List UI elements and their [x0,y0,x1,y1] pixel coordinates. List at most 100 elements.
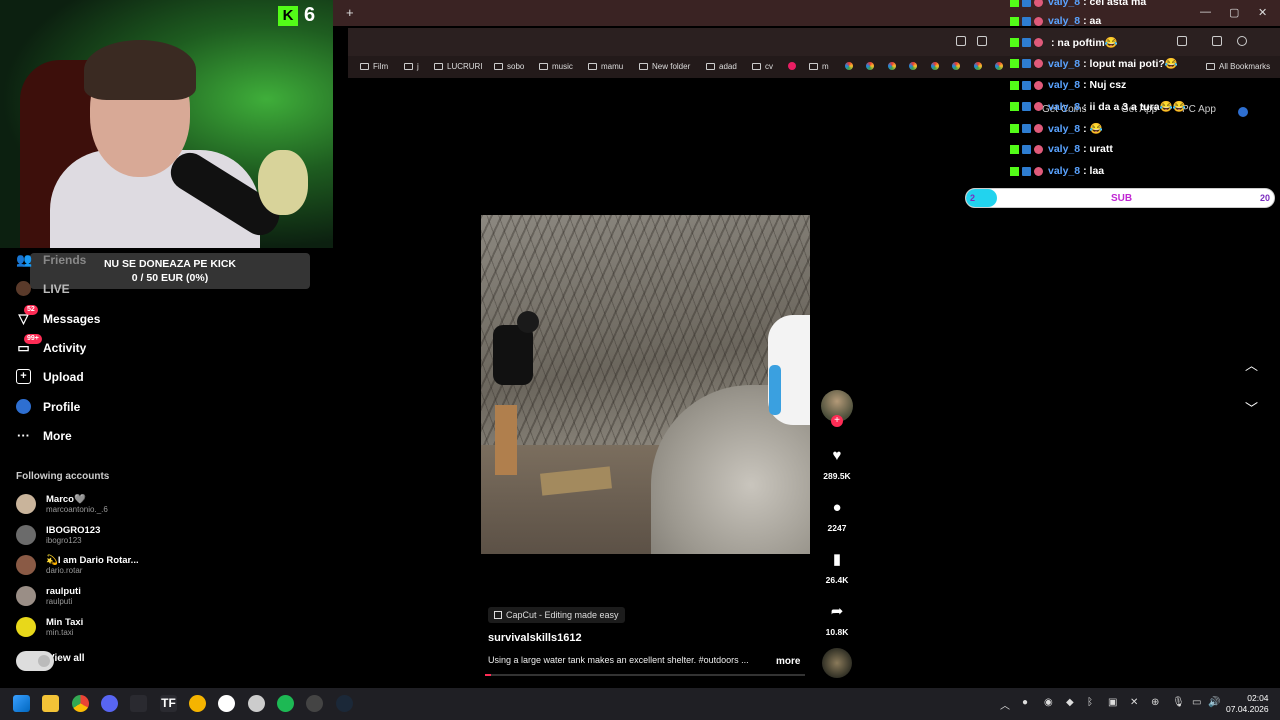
chat-message: : na poftim😂 [1010,36,1118,49]
extensions-icon[interactable] [1177,36,1187,46]
system-clock[interactable]: 02:04 07.04.2026 [1226,693,1269,715]
chat-badge-icon [1034,59,1043,68]
avatar [16,525,36,545]
all-bookmarks-button[interactable]: All Bookmarks [1206,62,1270,71]
app-icon[interactable] [130,695,147,712]
following-account[interactable]: raulputi raulputi [16,586,81,606]
google-icon[interactable] [218,695,235,712]
bluetooth-icon[interactable]: ᛒ [1087,697,1093,708]
bookmark-folder[interactable]: LUCRURI [434,62,483,71]
folder-icon [539,63,548,70]
tray-expand-icon[interactable]: ︿ [1000,697,1010,712]
chat-username: valy_8 [1048,79,1081,91]
bookmark-site-icon[interactable] [909,62,917,70]
tf-app-icon[interactable]: TF [160,695,177,712]
media-icon[interactable] [1212,36,1222,46]
user-avatar-icon[interactable] [1238,107,1248,117]
close-window-button[interactable]: ✕ [1258,6,1267,19]
file-explorer-icon[interactable] [42,695,59,712]
capcut-icon [494,611,502,619]
video-progress-bar[interactable] [485,674,805,676]
bookmark-folder[interactable]: cv [752,62,773,71]
bookmark-site-icon[interactable] [995,62,1003,70]
profile-avatar-icon[interactable] [1237,36,1247,46]
music-disc-icon[interactable] [822,648,852,678]
next-video-chevron-down-icon[interactable]: ﹀ [1245,398,1258,417]
description-more-link[interactable]: more [776,656,800,667]
volume-icon[interactable]: 🔊 [1208,697,1220,708]
like-button[interactable]: ♥ 289.5K [820,446,854,481]
app-icon[interactable] [306,695,323,712]
video-player[interactable] [481,215,810,554]
translate-icon[interactable] [956,36,966,46]
sidebar-item-messages[interactable]: ▽ 52 Messages [16,305,100,326]
tray-app-icon[interactable]: ⊕ [1151,697,1159,708]
chat-badge-icon [1010,16,1019,26]
sidebar-item-profile[interactable]: Profile [16,399,80,414]
address-bar[interactable] [348,28,1280,56]
tray-app-icon[interactable]: ✕ [1130,697,1138,708]
bookmark-folder[interactable]: music [539,62,573,71]
follow-plus-icon[interactable]: + [831,415,843,427]
steam-icon[interactable] [336,695,353,712]
following-account[interactable]: 💫I am Dario Rotar... dario.rotar [16,555,139,575]
avatar [16,555,36,575]
bookmark-folder[interactable]: New folder [639,62,690,71]
bookmark-site-icon[interactable] [866,62,874,70]
video-author[interactable]: survivalskills1612 [488,632,582,644]
bookmark-folder[interactable]: m [809,62,829,71]
steam-tray-icon[interactable]: ◉ [1044,697,1053,708]
pc-app-button[interactable]: PC App [1182,104,1216,115]
bookmark-site-icon[interactable] [845,62,853,70]
sidebar-item-live[interactable]: LIVE [16,281,70,296]
sidebar-item-upload[interactable]: + Upload [16,369,84,384]
bookmark-site-icon[interactable] [952,62,960,70]
bookmark-folder[interactable]: Film [360,62,388,71]
bookmark-folder[interactable]: adad [706,62,737,71]
bookmark-folder[interactable]: sobo [494,62,524,71]
video-tank-cap [769,365,781,415]
following-account[interactable]: IBOGRO123 ibogro123 [16,525,100,545]
chat-badge-icon [1034,80,1043,90]
app-icon[interactable] [248,695,265,712]
sidebar-toggle[interactable] [16,651,54,671]
maximize-button[interactable]: ▢ [1229,6,1239,19]
sidebar-item-more[interactable]: ··· More [16,428,72,443]
share-button[interactable]: ➦ 10.8K [820,602,854,637]
chat-badge-icon [1022,102,1031,111]
bookmark-site-icon[interactable] [888,62,896,70]
sidebar-item-friends[interactable]: 👥 Friends [16,252,86,267]
following-account[interactable]: Marco🩶 marcoantonio._.6 [16,494,108,514]
tray-app-icon[interactable]: ● [1022,697,1028,708]
tray-app-icon[interactable]: ▣ [1108,697,1117,708]
chat-badge-icon [1034,166,1043,176]
bookmark-folder[interactable]: mamu [588,62,623,71]
chat-badge-icon [1034,144,1043,154]
following-account[interactable]: Min Taxi min.taxi [16,617,83,637]
minimize-button[interactable]: — [1200,6,1211,18]
bookmark-site-icon[interactable] [974,62,982,70]
folder-icon [494,63,503,70]
donation-progress-text: 0 / 50 EUR (0%) [131,272,209,284]
previous-video-chevron-up-icon[interactable]: ︿ [1245,355,1258,374]
chat-badge-icon [1034,124,1043,133]
spotify-icon[interactable] [277,695,294,712]
save-button[interactable]: ▮ 26.4K [820,550,854,585]
comment-button[interactable]: ● 2247 [820,498,854,533]
chrome-icon[interactable] [72,695,89,712]
windows-start-icon[interactable] [13,695,30,712]
new-tab-button[interactable]: + [346,5,354,20]
discord-icon[interactable] [101,695,118,712]
bookmark-site-icon[interactable] [788,62,796,70]
display-icon[interactable]: ▭ [1192,697,1201,708]
microphone-icon[interactable]: 🎙 [1172,697,1185,708]
coin-app-icon[interactable] [189,695,206,712]
refresh-page-icon[interactable] [977,36,987,46]
sidebar-item-activity[interactable]: ▭ 99+ Activity [16,334,86,355]
discord-tray-icon[interactable]: ◆ [1066,697,1074,708]
bookmark-site-icon[interactable] [931,62,939,70]
chat-username: valy_8 [1048,165,1081,177]
capcut-label[interactable]: CapCut - Editing made easy [488,607,625,623]
bookmark-folder[interactable]: j [404,62,419,71]
video-progress-fill [485,674,492,676]
